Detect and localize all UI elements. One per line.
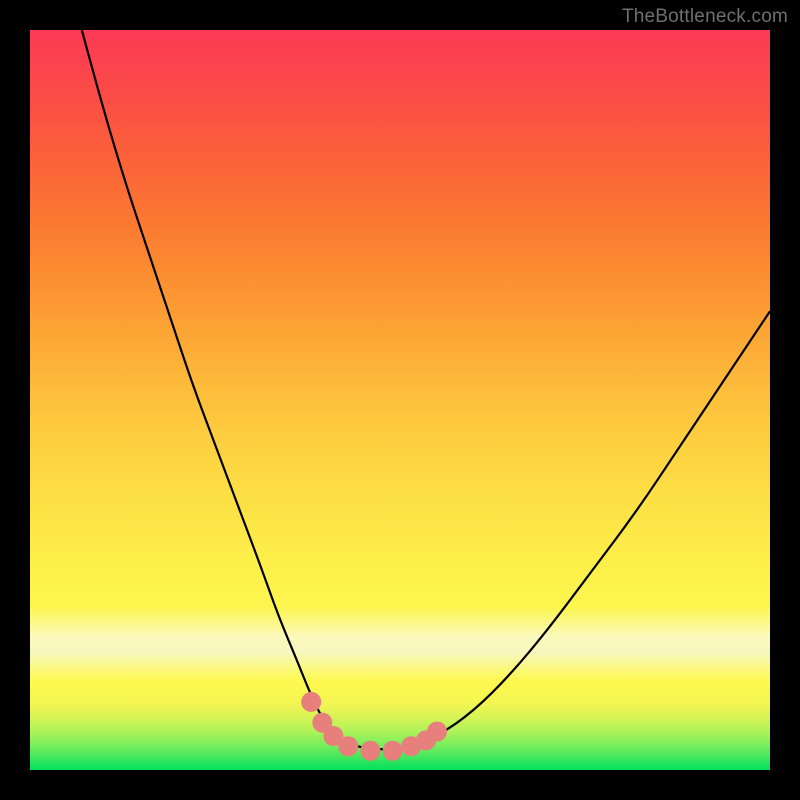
near-zero-marker-group [301,692,447,761]
near-zero-marker [338,736,358,756]
near-zero-marker [301,692,321,712]
near-zero-marker [360,741,380,761]
watermark-text: TheBottleneck.com [622,6,788,28]
near-zero-marker [383,741,403,761]
chart-frame: TheBottleneck.com [0,0,800,800]
curve-layer [30,30,770,770]
bottleneck-curve [82,30,770,749]
near-zero-marker [427,722,447,742]
plot-area [30,30,770,770]
